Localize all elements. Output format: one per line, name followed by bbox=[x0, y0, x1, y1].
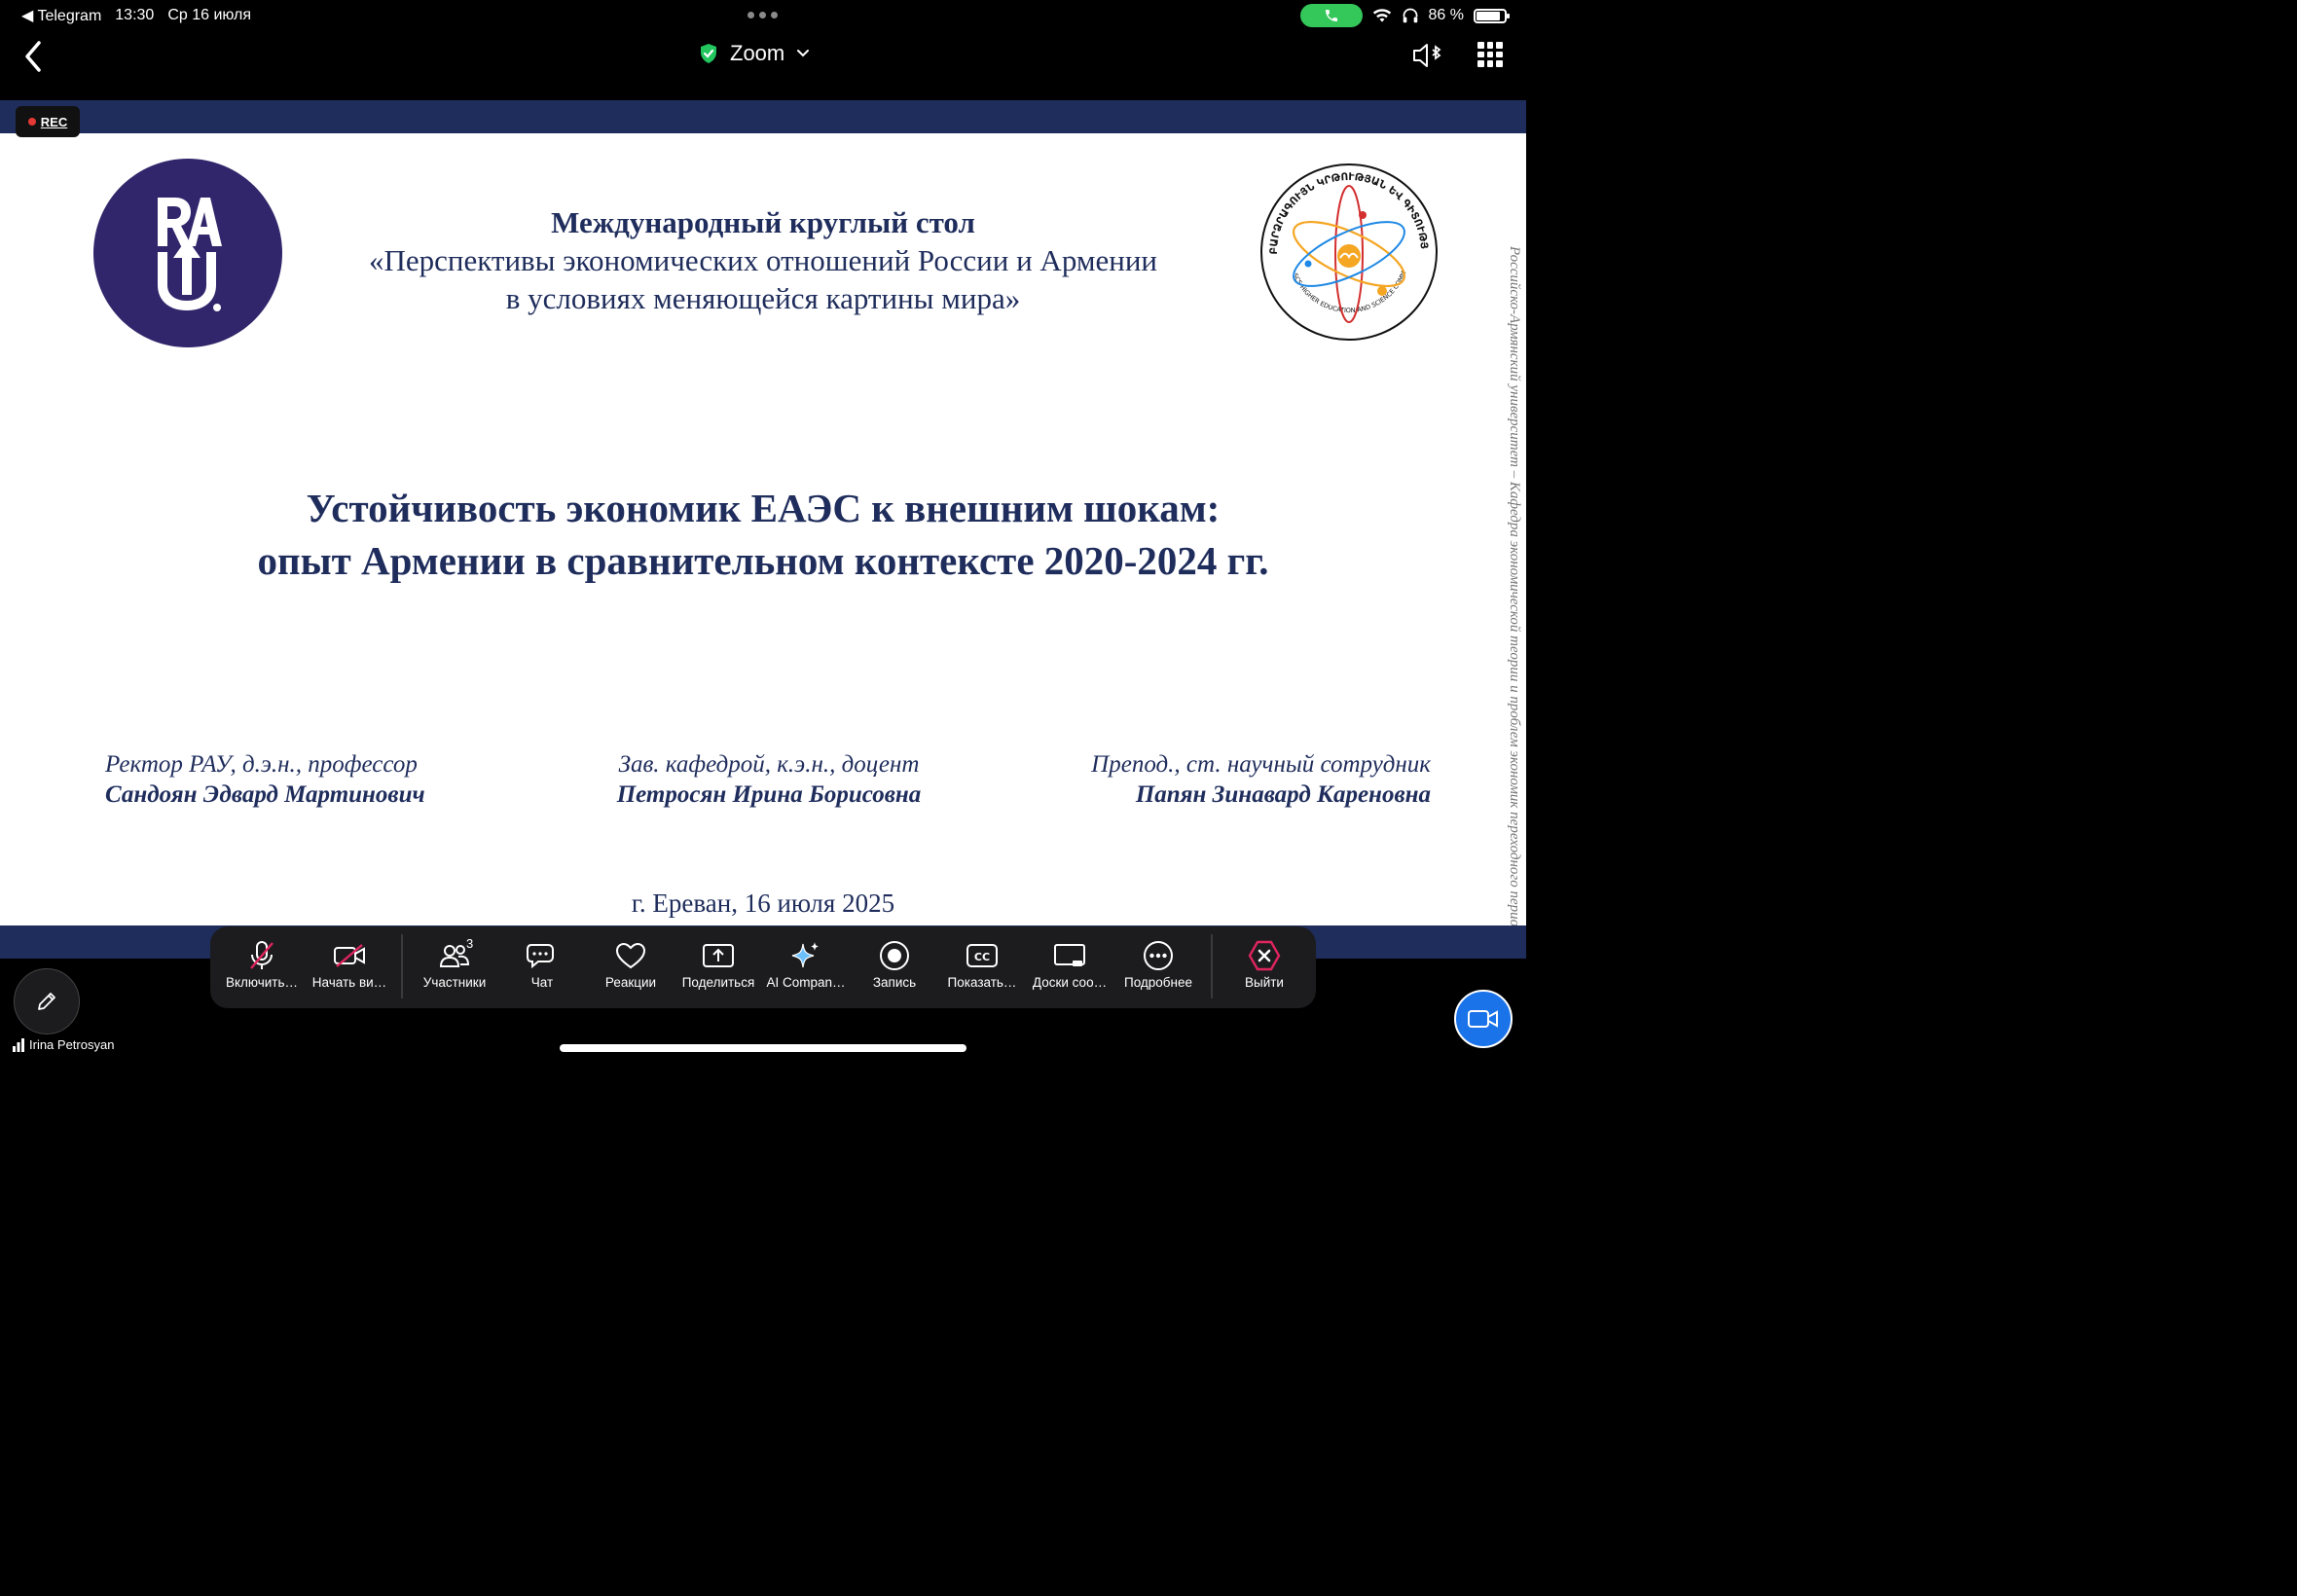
rau-logo-text: RAU bbox=[282, 159, 283, 160]
toolbar-label: Чат bbox=[530, 975, 554, 990]
more-dots-icon bbox=[1144, 941, 1173, 970]
vertical-department-text: Российско-Армянский университет – Кафедр… bbox=[1507, 246, 1522, 942]
author-3: Препод., ст. научный сотрудник Папян Зин… bbox=[1091, 749, 1431, 810]
status-bar: ◀ Telegram 13:30 Ср 16 июля 86 % bbox=[0, 0, 1526, 31]
slide-header: Международный круглый стол «Перспективы … bbox=[282, 203, 1244, 317]
slide-title-line1: Устойчивость экономик ЕАЭС к внешним шок… bbox=[306, 486, 1221, 530]
status-time: 13:30 bbox=[115, 7, 155, 23]
top-nav: Zoom bbox=[0, 31, 1526, 99]
active-call-pill[interactable] bbox=[1299, 4, 1363, 27]
toolbar-label: Запись bbox=[872, 975, 917, 990]
record-icon bbox=[880, 941, 909, 970]
signal-bars-icon bbox=[13, 1037, 24, 1052]
unmute-button[interactable]: Включить… bbox=[218, 936, 306, 1004]
author-1: Ректор РАУ, д.э.н., профессор Сандоян Эд… bbox=[105, 749, 425, 810]
event-topic-line2: в условиях меняющейся картины мира» bbox=[505, 281, 1021, 315]
slide-top-band bbox=[0, 100, 1526, 133]
ai-companion-button[interactable]: AI Compan… bbox=[762, 936, 850, 1004]
headphones-icon bbox=[1403, 8, 1417, 23]
rec-label: REC bbox=[40, 114, 68, 129]
back-to-app-link[interactable]: ◀ Telegram bbox=[21, 6, 101, 25]
share-screen-icon bbox=[703, 944, 734, 967]
author-name: Сандоян Эдвард Мартинович bbox=[105, 781, 425, 808]
rec-dot-icon bbox=[27, 118, 36, 126]
toolbar-label: Участники bbox=[422, 975, 487, 990]
video-off-icon bbox=[334, 944, 365, 967]
slide-title: Устойчивость экономик ЕАЭС к внешним шок… bbox=[117, 482, 1409, 587]
meeting-title-button[interactable]: Zoom bbox=[699, 41, 810, 66]
event-name: Международный круглый стол bbox=[551, 205, 975, 239]
pencil-icon bbox=[38, 993, 55, 1010]
sparkle-icon bbox=[791, 942, 819, 968]
toolbar-label: Выйти bbox=[1245, 975, 1284, 990]
participants-button[interactable]: 3 Участники bbox=[411, 936, 498, 1004]
microphone-muted-icon bbox=[250, 941, 273, 969]
toolbar-label: Поделиться bbox=[681, 975, 755, 990]
toolbar-label: Доски соо… bbox=[1032, 975, 1108, 990]
reactions-button[interactable]: Реакции bbox=[587, 936, 675, 1004]
shield-check-icon bbox=[701, 44, 716, 63]
shared-screen-slide: REC RAU bbox=[0, 100, 1526, 959]
author-role: Ректор РАУ, д.э.н., профессор bbox=[105, 751, 418, 778]
chevron-down-icon bbox=[797, 50, 810, 57]
start-video-button[interactable]: Начать ви… bbox=[306, 936, 393, 1004]
participants-count: 3 bbox=[466, 936, 474, 951]
event-topic-line1: «Перспективы экономических отношений Рос… bbox=[368, 243, 1157, 277]
meeting-toolbar: Включить… Начать ви… 3 Участники Чат Реа… bbox=[210, 926, 1316, 1008]
science-committee-emblem: ՀՀ ԿԳՄՍՆ ԲԱՐՁՐԱԳՈՒՅՆ ԿՐԹՈՒԹՅԱՆ ԵՎ ԳԻՏՈՒԹ… bbox=[1254, 157, 1438, 341]
rau-logo-mark bbox=[158, 198, 222, 311]
chat-button[interactable]: Чат bbox=[498, 936, 586, 1004]
author-2: Зав. кафедрой, к.э.н., доцент Петросян И… bbox=[584, 749, 954, 810]
camera-button[interactable] bbox=[1454, 990, 1513, 1048]
speaker-bluetooth-icon[interactable] bbox=[1411, 41, 1444, 70]
svg-text:CC: CC bbox=[974, 951, 990, 963]
whiteboard-icon bbox=[1054, 944, 1085, 966]
more-button[interactable]: Подробнее bbox=[1114, 936, 1202, 1004]
closed-captions-icon: CC bbox=[966, 944, 998, 967]
annotate-button[interactable] bbox=[14, 968, 80, 1034]
toolbar-divider bbox=[1211, 934, 1213, 998]
share-button[interactable]: Поделиться bbox=[675, 936, 762, 1004]
meeting-title: Zoom bbox=[730, 41, 785, 65]
toolbar-label: Начать ви… bbox=[311, 975, 387, 990]
author-name: Папян Зинавард Кареновна bbox=[1135, 781, 1431, 808]
toolbar-divider bbox=[401, 934, 403, 998]
chat-icon bbox=[527, 944, 554, 969]
author-role: Зав. кафедрой, к.э.н., доцент bbox=[618, 751, 920, 778]
toolbar-label: Реакции bbox=[604, 975, 657, 990]
toolbar-label: AI Compan… bbox=[766, 975, 846, 990]
phone-icon bbox=[1325, 10, 1337, 21]
gallery-view-icon[interactable] bbox=[1477, 42, 1503, 67]
battery-icon bbox=[1474, 8, 1510, 23]
recording-indicator[interactable]: REC bbox=[16, 106, 80, 137]
wifi-icon bbox=[1372, 9, 1391, 22]
show-captions-button[interactable]: CC Показать… bbox=[938, 936, 1026, 1004]
emblem-top-text: ՀՀ ԿԳՄՍՆ ԲԱՐՁՐԱԳՈՒՅՆ ԿՐԹՈՒԹՅԱՆ ԵՎ ԳԻՏՈՒԹ… bbox=[1254, 157, 1430, 255]
author-name: Петросян Ирина Борисовна bbox=[616, 781, 922, 808]
rau-logo: RAU bbox=[93, 159, 282, 347]
leave-hexagon-icon bbox=[1248, 940, 1281, 971]
slide-title-line2: опыт Армении в сравнительном контексте 2… bbox=[257, 538, 1269, 583]
battery-percent: 86 % bbox=[1428, 7, 1464, 23]
back-chevron-icon[interactable] bbox=[19, 39, 49, 74]
whiteboards-button[interactable]: Доски соо… bbox=[1026, 936, 1113, 1004]
home-indicator[interactable] bbox=[560, 1044, 966, 1052]
place-and-date: г. Ереван, 16 июля 2025 bbox=[631, 889, 895, 918]
video-camera-icon bbox=[1468, 1010, 1498, 1028]
zoom-meeting-screen: ◀ Telegram 13:30 Ср 16 июля 86 % Zoom RE… bbox=[0, 0, 1526, 1061]
leave-button[interactable]: Выйти bbox=[1221, 936, 1308, 1004]
self-name-label: Irina Petrosyan bbox=[12, 1037, 114, 1052]
self-name: Irina Petrosyan bbox=[29, 1037, 115, 1052]
author-role: Препод., ст. научный сотрудник bbox=[1091, 751, 1431, 778]
record-button[interactable]: Запись bbox=[851, 936, 938, 1004]
heart-icon bbox=[615, 942, 646, 969]
status-date: Ср 16 июля bbox=[167, 7, 252, 23]
toolbar-label: Подробнее bbox=[1123, 975, 1192, 990]
toolbar-label: Включить… bbox=[225, 975, 299, 990]
multitasking-dots-icon[interactable] bbox=[747, 12, 778, 18]
toolbar-label: Показать… bbox=[947, 975, 1017, 990]
